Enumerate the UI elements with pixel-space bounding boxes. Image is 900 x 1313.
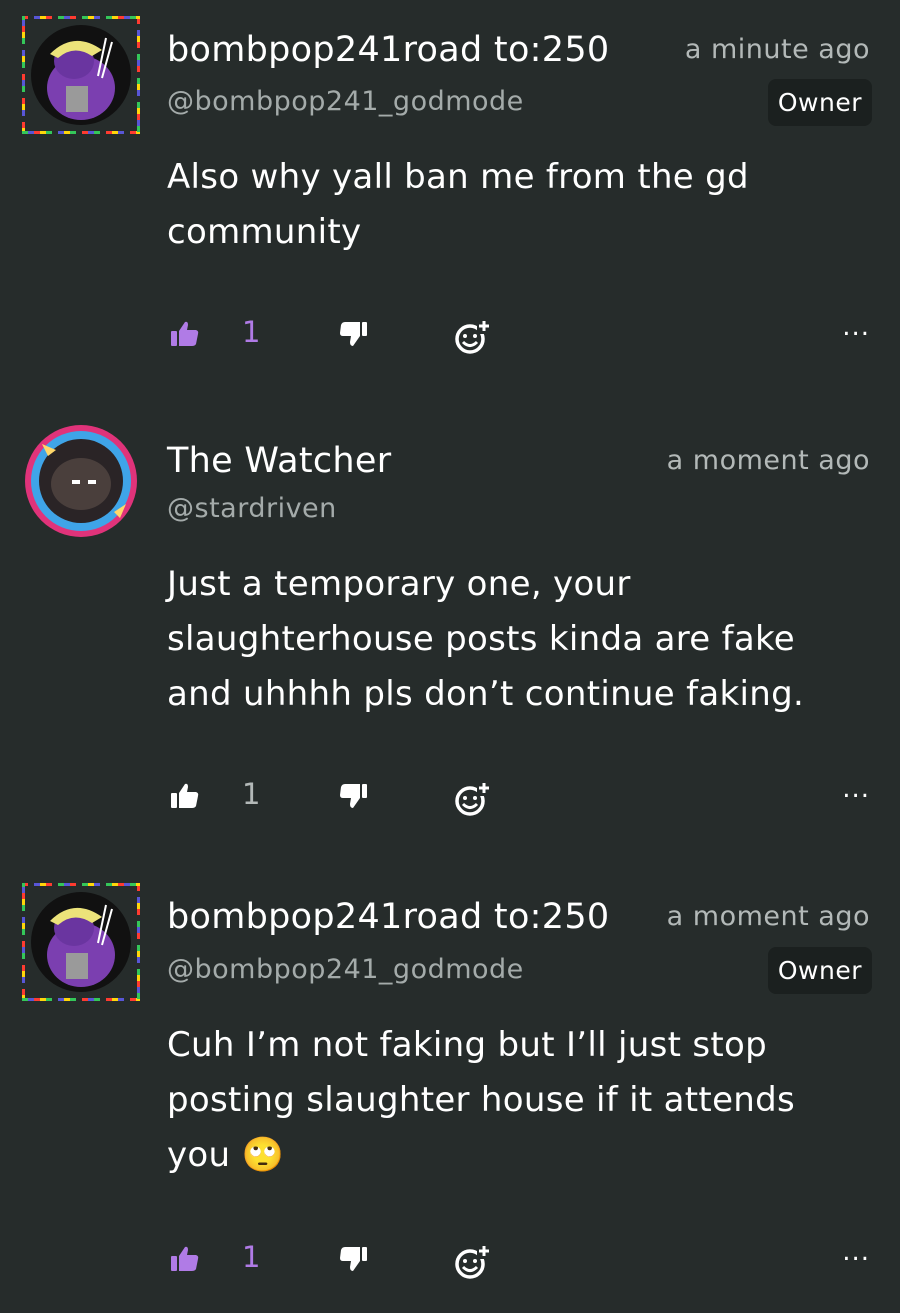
user-handle[interactable]: @stardriven xyxy=(167,493,337,524)
more-options-button[interactable]: ... xyxy=(842,1237,870,1267)
thumbs-down-icon[interactable] xyxy=(338,780,372,814)
timestamp: a minute ago xyxy=(684,34,870,65)
thumbs-up-icon[interactable] xyxy=(169,780,203,814)
user-avatar[interactable] xyxy=(22,422,140,540)
like-count: 1 xyxy=(242,315,261,349)
timestamp: a moment ago xyxy=(666,445,870,476)
comment-actions: 1 ... xyxy=(0,312,900,358)
like-count: 1 xyxy=(242,777,261,811)
thumbs-up-icon[interactable] xyxy=(169,318,203,352)
add-reaction-icon[interactable] xyxy=(453,318,491,354)
more-options-button[interactable]: ... xyxy=(842,312,870,342)
owner-badge: Owner xyxy=(767,79,872,126)
comment-text: Just a temporary one, your slaughterhous… xyxy=(167,564,805,714)
more-options-button[interactable]: ... xyxy=(842,774,870,804)
display-name[interactable]: The Watcher xyxy=(167,441,391,481)
comment-actions: 1 ... xyxy=(0,1237,900,1283)
owner-badge: Owner xyxy=(767,947,872,994)
user-handle[interactable]: @bombpop241_godmode xyxy=(167,954,524,985)
comment-actions: 1 ... xyxy=(0,774,900,820)
timestamp: a moment ago xyxy=(666,901,870,932)
thumbs-down-icon[interactable] xyxy=(338,1243,372,1277)
comment-text: Also why yall ban me from the gd communi… xyxy=(167,157,749,252)
user-handle[interactable]: @bombpop241_godmode xyxy=(167,86,524,117)
user-avatar[interactable] xyxy=(22,883,140,1001)
thumbs-down-icon[interactable] xyxy=(338,318,372,352)
add-reaction-icon[interactable] xyxy=(453,1243,491,1279)
thumbs-up-icon[interactable] xyxy=(169,1243,203,1277)
display-name[interactable]: bombpop241road to:250 xyxy=(167,30,609,70)
eye-roll-emoji: 🙄 xyxy=(241,1135,285,1175)
like-count: 1 xyxy=(242,1240,261,1274)
user-avatar[interactable] xyxy=(22,16,140,134)
comment-text: Cuh I’m not faking but I’ll just stop po… xyxy=(167,1018,857,1183)
display-name[interactable]: bombpop241road to:250 xyxy=(167,897,609,937)
add-reaction-icon[interactable] xyxy=(453,780,491,816)
